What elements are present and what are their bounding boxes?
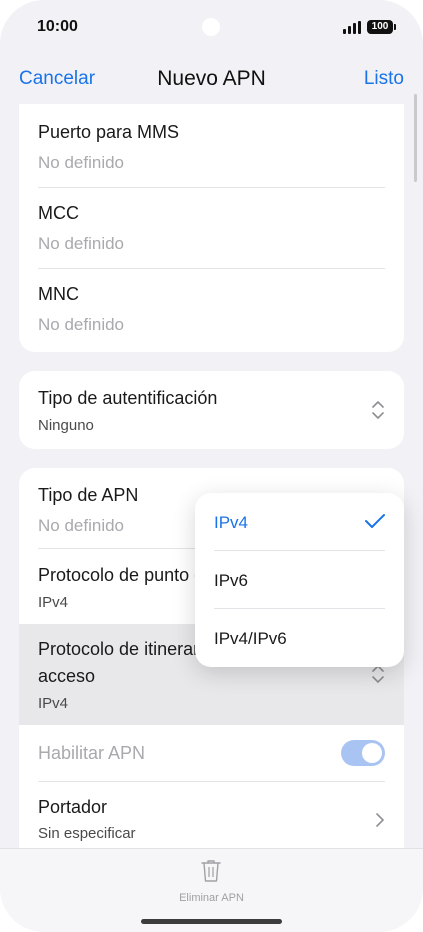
chevron-updown-icon	[372, 665, 384, 683]
roaming-protocol-value: IPv4	[38, 695, 69, 712]
auth-type-value: Ninguno	[38, 417, 94, 434]
mcc-label: MCC	[38, 203, 79, 223]
status-bar: 10:00 100	[0, 0, 423, 56]
done-button[interactable]: Listo	[364, 68, 404, 90]
auth-type-label: Tipo de autentificación	[38, 388, 218, 408]
bearer-row[interactable]: Portador Sin especificar	[19, 782, 404, 858]
option-ipv4-ipv6-label: IPv4/IPv6	[214, 629, 287, 648]
option-ipv4-label: IPv4	[214, 513, 249, 532]
apn-type-value: No definido	[38, 516, 125, 535]
protocol-options-menu: IPv4 IPv6 IPv4/IPv6	[195, 493, 404, 667]
bearer-value: Sin especificar	[38, 825, 136, 842]
option-ipv4-ipv6[interactable]: IPv4/IPv6	[195, 609, 404, 666]
mnc-label: MNC	[38, 284, 79, 304]
option-ipv4[interactable]: IPv4	[195, 493, 404, 550]
navigation-bar: Cancelar Nuevo APN Listo	[0, 58, 423, 102]
phone-screen: 10:00 100 Cancelar Nuevo APN Listo Puert…	[0, 0, 423, 932]
mnc-row[interactable]: MNC No definido	[19, 269, 404, 352]
chevron-right-icon	[376, 813, 384, 827]
option-ipv6[interactable]: IPv6	[195, 551, 404, 608]
bearer-label: Portador	[38, 797, 108, 817]
enable-apn-row: Habilitar APN	[19, 725, 404, 781]
delete-apn-label: Eliminar APN	[179, 892, 244, 904]
home-indicator[interactable]	[141, 919, 282, 924]
battery-icon: 100	[367, 20, 396, 34]
mcc-value: No definido	[38, 234, 125, 253]
mnc-value: No definido	[38, 315, 125, 334]
mms-port-label: Puerto para MMS	[38, 122, 180, 142]
camera-cutout	[202, 18, 220, 36]
enable-apn-toggle[interactable]	[341, 740, 385, 766]
delete-apn-button[interactable]: Eliminar APN	[160, 853, 263, 909]
auth-type-row[interactable]: Tipo de autentificación Ninguno	[19, 371, 404, 449]
signal-icon	[343, 21, 361, 34]
bottom-toolbar: Eliminar APN	[0, 848, 423, 932]
trash-icon	[201, 860, 221, 882]
roaming-protocol-label-line2: acceso	[38, 666, 96, 686]
settings-group-mms: Puerto para MMS No definido MCC No defin…	[19, 104, 404, 352]
mms-port-value: No definido	[38, 153, 125, 172]
status-time: 10:00	[37, 18, 78, 35]
apn-type-label: Tipo de APN	[38, 485, 139, 505]
scrollbar[interactable]	[414, 94, 417, 182]
option-ipv6-label: IPv6	[214, 571, 249, 590]
chevron-updown-icon	[372, 401, 384, 419]
mcc-row[interactable]: MCC No definido	[19, 188, 404, 268]
apn-protocol-value: IPv4	[38, 594, 69, 611]
enable-apn-label: Habilitar APN	[38, 743, 146, 763]
check-icon	[365, 514, 385, 528]
mms-port-row[interactable]: Puerto para MMS No definido	[19, 104, 404, 187]
page-title: Nuevo APN	[157, 67, 266, 90]
